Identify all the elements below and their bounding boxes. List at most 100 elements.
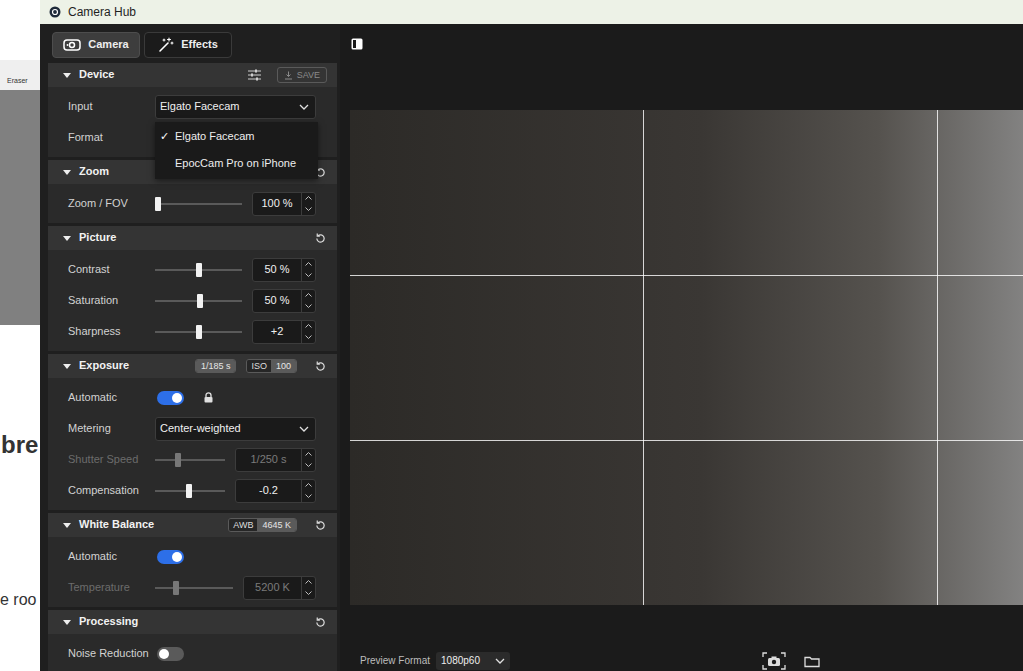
slider-thumb[interactable]: [196, 325, 202, 339]
section-header[interactable]: Picture: [48, 226, 337, 250]
expand-triangle-icon[interactable]: [63, 73, 71, 78]
tab[interactable]: Effects: [144, 32, 232, 58]
setting-label: Contrast: [68, 263, 155, 276]
expand-triangle-icon[interactable]: [63, 236, 71, 241]
grid-line: [350, 440, 1023, 441]
setting-row: Noise Reduction: [68, 638, 316, 669]
setting-label: Shutter Speed: [68, 453, 155, 466]
expand-triangle-icon[interactable]: [63, 620, 71, 625]
value-text[interactable]: 50 %: [253, 290, 301, 312]
slider-track[interactable]: [155, 196, 242, 212]
slider-track[interactable]: [155, 293, 242, 309]
arrow-up-icon[interactable]: [302, 259, 315, 270]
dropdown-value: Elgato Facecam: [160, 100, 239, 113]
spinner: [301, 449, 315, 471]
tab-label: Effects: [181, 38, 218, 51]
expand-triangle-icon[interactable]: [63, 170, 71, 175]
spinner[interactable]: [301, 259, 315, 281]
section-actions: AWB4645 K: [228, 518, 327, 532]
section-actions: [314, 232, 327, 245]
badge-value: 4645 K: [257, 519, 296, 531]
spinner[interactable]: [301, 193, 315, 215]
slider-track[interactable]: [155, 262, 242, 278]
app-logo-icon: [49, 6, 61, 18]
slider-thumb[interactable]: [197, 294, 203, 308]
spinner[interactable]: [301, 321, 315, 343]
toggle-switch[interactable]: [157, 647, 184, 661]
menu-item[interactable]: ✓Elgato Facecam: [155, 124, 318, 151]
arrow-down-icon[interactable]: [302, 270, 315, 281]
setting-label: Temperature: [68, 581, 155, 594]
setting-label: Automatic: [68, 391, 155, 404]
value-field[interactable]: 100 %: [252, 192, 316, 216]
toggle-switch[interactable]: [157, 550, 184, 564]
value-field[interactable]: +2: [252, 320, 316, 344]
reset-icon[interactable]: [314, 616, 327, 629]
tab[interactable]: Camera: [52, 32, 140, 58]
arrow-down-icon[interactable]: [302, 204, 315, 215]
spinner[interactable]: [301, 480, 315, 502]
expand-triangle-icon[interactable]: [63, 523, 71, 528]
section-actions: [314, 616, 327, 629]
value-field[interactable]: 50 %: [252, 289, 316, 313]
arrow-down-icon[interactable]: [302, 301, 315, 312]
slider-thumb[interactable]: [186, 484, 192, 498]
lock-icon[interactable]: [204, 392, 213, 403]
spinner[interactable]: [301, 290, 315, 312]
value-text[interactable]: 50 %: [253, 259, 301, 281]
title-bar: Camera Hub: [40, 0, 1023, 24]
value-text[interactable]: -0.2: [236, 480, 301, 502]
reset-icon[interactable]: [314, 360, 327, 373]
section-header[interactable]: White BalanceAWB4645 K: [48, 513, 337, 537]
slider-track[interactable]: [155, 483, 225, 499]
dropdown[interactable]: Center-weighted: [155, 417, 316, 441]
section-actions: 1/185 sISO100: [195, 359, 327, 373]
dropdown-menu: ✓Elgato FacecamEpocCam Pro on iPhone: [155, 122, 318, 179]
background-toolbar: Eraser: [0, 60, 40, 90]
snapshot-camera-icon[interactable]: [762, 652, 786, 670]
setting-control: [155, 550, 316, 564]
value-text[interactable]: +2: [253, 321, 301, 343]
value-text[interactable]: 100 %: [253, 193, 301, 215]
save-button[interactable]: SAVE: [277, 67, 327, 83]
value-field[interactable]: -0.2: [235, 479, 316, 503]
arrow-down-icon[interactable]: [302, 332, 315, 343]
setting-row: Saturation50 %: [68, 285, 316, 316]
section-header[interactable]: Processing: [48, 610, 337, 634]
setting-control: 1/250 s: [155, 448, 316, 472]
folder-icon[interactable]: [804, 655, 820, 668]
readout-badges: 1/185 sISO100: [195, 359, 297, 373]
settings-section: DeviceSAVEInputElgato Facecam✓Elgato Fac…: [48, 63, 337, 157]
slider-thumb[interactable]: [196, 263, 202, 277]
slider-track: [155, 452, 225, 468]
expand-triangle-icon[interactable]: [63, 364, 71, 369]
section-header[interactable]: Exposure1/185 sISO100: [48, 354, 337, 378]
arrow-up-icon[interactable]: [302, 480, 315, 491]
chevron-down-icon: [299, 426, 309, 432]
preview-format-dropdown[interactable]: 1080p60: [436, 652, 510, 670]
toggle-switch[interactable]: [157, 391, 184, 405]
reset-icon[interactable]: [314, 519, 327, 532]
dropdown[interactable]: Elgato Facecam: [155, 95, 316, 119]
setting-control: Center-weighted: [155, 417, 316, 441]
settings-sliders-icon[interactable]: [248, 69, 261, 81]
sidebar-toggle-icon[interactable]: [351, 38, 363, 50]
reset-icon[interactable]: [314, 232, 327, 245]
setting-control: [155, 391, 316, 405]
slider-track[interactable]: [155, 324, 242, 340]
section-header[interactable]: DeviceSAVE: [48, 63, 337, 87]
grid-line: [350, 275, 1023, 276]
arrow-up-icon[interactable]: [302, 193, 315, 204]
arrow-down-icon: [302, 460, 315, 471]
background-heading: bre: [0, 430, 40, 460]
slider-thumb[interactable]: [155, 197, 161, 211]
tab-bar: Camera Effects: [48, 32, 337, 58]
preview-toolbar: [340, 24, 363, 110]
menu-item[interactable]: EpocCam Pro on iPhone: [155, 151, 318, 178]
section-body: Zoom / FOV100 %: [48, 184, 337, 223]
arrow-up-icon[interactable]: [302, 321, 315, 332]
arrow-down-icon[interactable]: [302, 491, 315, 502]
arrow-up-icon[interactable]: [302, 290, 315, 301]
value-field[interactable]: 50 %: [252, 258, 316, 282]
section-title: Zoom: [79, 165, 109, 178]
